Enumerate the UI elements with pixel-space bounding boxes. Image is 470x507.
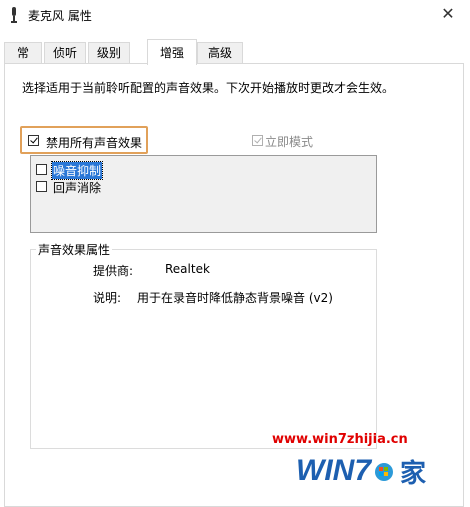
effects-list[interactable]: 噪音抑制 回声消除 [30,155,377,233]
watermark-url: www.win7zhijia.cn [272,432,408,447]
tab-listen[interactable]: 侦听 [44,42,86,63]
title-bar: 麦克风 属性 ✕ [0,0,470,30]
effect-echo-cancellation-label[interactable]: 回声消除 [52,179,102,196]
tab-general[interactable]: 常规 [4,42,42,81]
provider-value: Realtek [165,262,210,276]
provider-label: 提供商: [93,264,134,278]
disable-all-effects-checkbox[interactable]: 禁用所有声音效果 [20,126,148,154]
description-value: 用于在录音时降低静态背景噪音 (v2) [137,291,333,305]
effect-noise-suppression-label[interactable]: 噪音抑制 [50,161,104,180]
description-label: 说明: [93,291,122,305]
tab-strip: 常规 侦听 级别 增强 高级 [4,39,464,81]
tab-advanced[interactable]: 高级 [197,42,243,63]
checkbox-icon[interactable] [36,181,47,192]
close-button[interactable]: ✕ [438,4,458,24]
microphone-icon [11,7,17,23]
checkbox-icon[interactable] [36,164,47,175]
tab-levels[interactable]: 级别 [88,42,130,63]
disable-all-label: 禁用所有声音效果 [46,136,143,150]
immediate-mode-label: 立即模式 [265,135,314,149]
watermark-logo: WIN7 家 [296,454,426,489]
enhancements-description: 选择适用于当前聆听配置的声音效果。下次开始播放时更改才会生效。 [22,81,395,95]
tab-enhancements[interactable]: 增强 [147,39,197,65]
properties-group [30,249,377,449]
checkbox-checked-icon[interactable] [28,135,39,146]
properties-group-title: 声音效果属性 [36,241,113,258]
window-title: 麦克风 属性 [28,9,92,23]
svg-text:WIN7: WIN7 [296,454,372,487]
svg-text:家: 家 [400,458,426,489]
immediate-mode-checkbox[interactable] [252,135,263,146]
